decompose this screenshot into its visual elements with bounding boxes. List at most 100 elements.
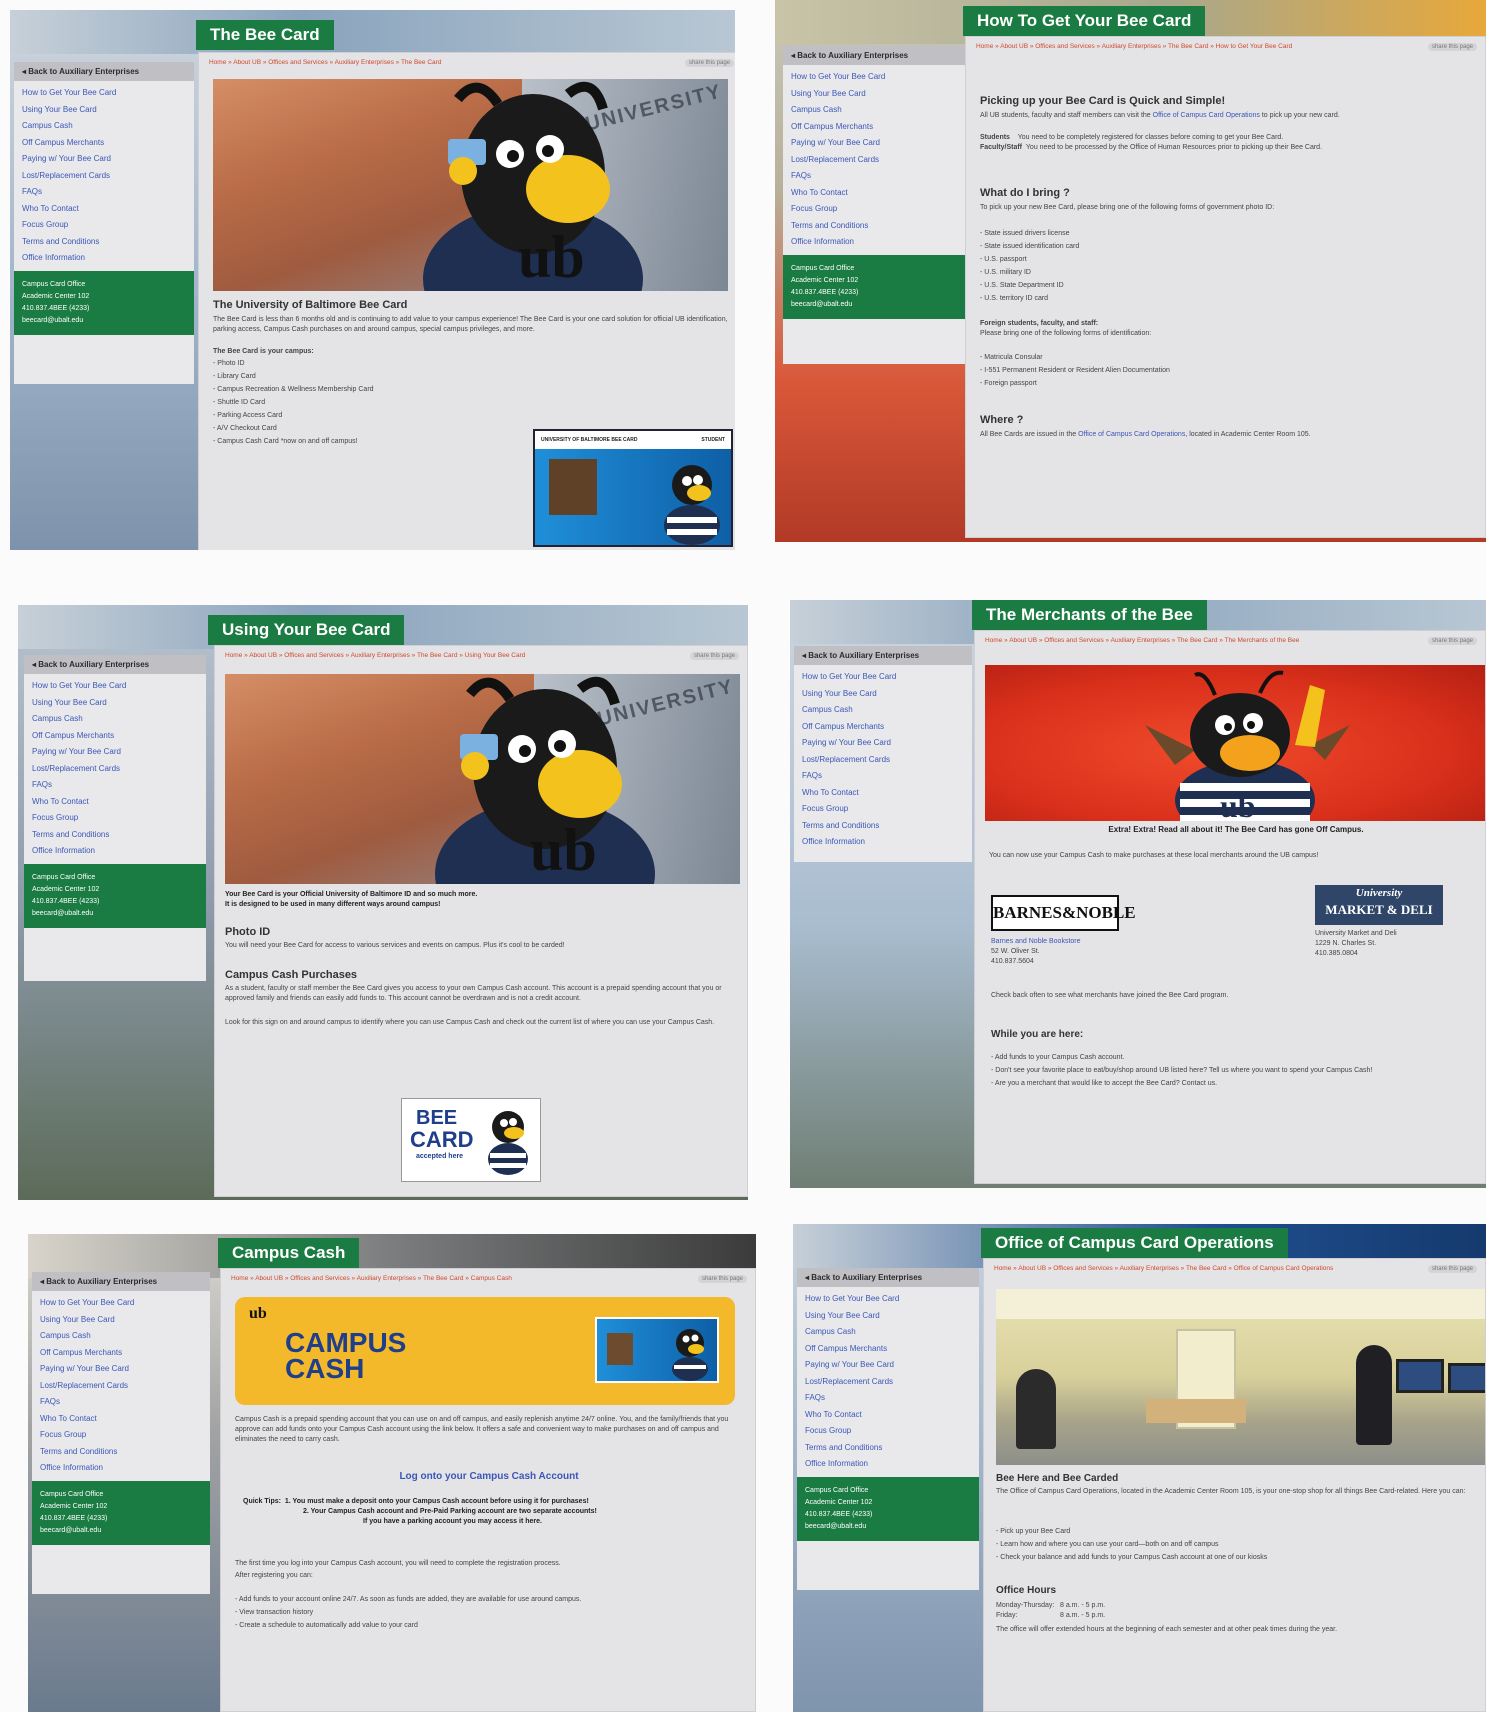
sidebar-item[interactable]: FAQs (805, 1390, 971, 1407)
sidebar-item[interactable]: Using Your Bee Card (791, 86, 957, 103)
university-market-logo[interactable]: University MARKET & DELI (1315, 885, 1443, 925)
sidebar-item[interactable]: Lost/Replacement Cards (22, 168, 186, 185)
list-item[interactable]: Shuttle ID Card (213, 396, 473, 409)
sidebar-item[interactable]: Terms and Conditions (791, 218, 957, 235)
sidebar-item[interactable]: Terms and Conditions (40, 1444, 202, 1461)
list-item[interactable]: Are you a merchant that would like to ac… (991, 1077, 1481, 1090)
contact-email[interactable]: beecard@ubalt.edu (791, 299, 957, 311)
share-button[interactable]: share this page (1427, 637, 1477, 645)
sidebar-item[interactable]: Using Your Bee Card (805, 1308, 971, 1325)
back-link[interactable]: ◂ Back to Auxiliary Enterprises (24, 655, 206, 674)
sidebar-item[interactable]: How to Get Your Bee Card (32, 678, 198, 695)
sidebar-item[interactable]: Using Your Bee Card (22, 102, 186, 119)
sidebar-item[interactable]: Terms and Conditions (22, 234, 186, 251)
sidebar-item[interactable]: Focus Group (40, 1427, 202, 1444)
sidebar-item[interactable]: Office Information (802, 834, 964, 851)
contact-email[interactable]: beecard@ubalt.edu (22, 315, 186, 327)
sidebar-item[interactable]: Lost/Replacement Cards (32, 761, 198, 778)
sidebar-item[interactable]: Office Information (32, 843, 198, 860)
barnes-noble-logo[interactable]: BARNES&NOBLE (991, 895, 1136, 931)
share-button[interactable]: share this page (697, 1275, 747, 1283)
office-link[interactable]: Office of Campus Card Operations (1153, 112, 1260, 119)
contact-email[interactable]: beecard@ubalt.edu (40, 1525, 202, 1537)
sidebar-item[interactable]: Focus Group (791, 201, 957, 218)
sidebar-item[interactable]: Paying w/ Your Bee Card (40, 1361, 202, 1378)
sidebar-item[interactable]: Focus Group (802, 801, 964, 818)
office-link[interactable]: Office of Campus Card Operations (1078, 431, 1185, 438)
sidebar-item[interactable]: Paying w/ Your Bee Card (805, 1357, 971, 1374)
campus-cash-login-link[interactable]: Log onto your Campus Cash Account (221, 1471, 755, 1482)
sidebar-item[interactable]: Off Campus Merchants (791, 119, 957, 136)
sidebar-item[interactable]: Using Your Bee Card (40, 1312, 202, 1329)
sidebar-item[interactable]: Campus Cash (805, 1324, 971, 1341)
list-item[interactable]: Campus Cash Card *now on and off campus! (213, 435, 473, 448)
sidebar-item[interactable]: FAQs (791, 168, 957, 185)
sidebar-item[interactable]: Lost/Replacement Cards (802, 752, 964, 769)
sidebar-item[interactable]: Campus Cash (22, 118, 186, 135)
sidebar-item[interactable]: How to Get Your Bee Card (791, 69, 957, 86)
sidebar-item[interactable]: FAQs (802, 768, 964, 785)
sidebar-item[interactable]: Office Information (40, 1460, 202, 1477)
list-item[interactable]: Add funds to your Campus Cash account. (991, 1051, 1481, 1064)
share-button[interactable]: share this page (684, 59, 734, 67)
sidebar-item[interactable]: Campus Cash (791, 102, 957, 119)
list-item[interactable]: Library Card (213, 370, 473, 383)
sidebar-item[interactable]: How to Get Your Bee Card (805, 1291, 971, 1308)
merchant-name-link[interactable]: Barnes and Noble Bookstore (991, 937, 1191, 947)
sidebar-item[interactable]: Office Information (805, 1456, 971, 1473)
sidebar-item[interactable]: Who To Contact (40, 1411, 202, 1428)
list-item[interactable]: A/V Checkout Card (213, 422, 473, 435)
list-item[interactable]: Campus Recreation & Wellness Membership … (213, 383, 473, 396)
contact-email[interactable]: beecard@ubalt.edu (32, 908, 198, 920)
sidebar-item[interactable]: FAQs (22, 184, 186, 201)
breadcrumb[interactable]: Home » About UB » Offices and Services »… (975, 631, 1383, 650)
sidebar-item[interactable]: Focus Group (32, 810, 198, 827)
sidebar-item[interactable]: Who To Contact (791, 185, 957, 202)
sidebar-item[interactable]: Campus Cash (40, 1328, 202, 1345)
sidebar-item[interactable]: Lost/Replacement Cards (40, 1378, 202, 1395)
sidebar-item[interactable]: Office Information (22, 250, 186, 267)
sidebar-item[interactable]: Paying w/ Your Bee Card (802, 735, 964, 752)
sidebar-item[interactable]: How to Get Your Bee Card (22, 85, 186, 102)
sidebar-item[interactable]: Off Campus Merchants (32, 728, 198, 745)
sidebar-item[interactable]: Paying w/ Your Bee Card (22, 151, 186, 168)
sidebar-item[interactable]: Off Campus Merchants (805, 1341, 971, 1358)
sidebar-item[interactable]: Lost/Replacement Cards (805, 1374, 971, 1391)
contact-email[interactable]: beecard@ubalt.edu (805, 1521, 971, 1533)
sidebar-item[interactable]: How to Get Your Bee Card (802, 669, 964, 686)
sidebar-item[interactable]: Who To Contact (802, 785, 964, 802)
sidebar-item[interactable]: Terms and Conditions (802, 818, 964, 835)
sidebar-item[interactable]: Focus Group (22, 217, 186, 234)
breadcrumb[interactable]: Home » About UB » Offices and Services »… (221, 1269, 648, 1288)
sidebar-item[interactable]: Using Your Bee Card (32, 695, 198, 712)
sidebar-item[interactable]: Campus Cash (802, 702, 964, 719)
sidebar-item[interactable]: Terms and Conditions (32, 827, 198, 844)
breadcrumb[interactable]: Home » About UB » Offices and Services »… (966, 37, 1381, 56)
sidebar-item[interactable]: Paying w/ Your Bee Card (32, 744, 198, 761)
breadcrumb[interactable]: Home » About UB » Offices and Services »… (984, 1259, 1385, 1278)
sidebar-item[interactable]: Who To Contact (32, 794, 198, 811)
share-button[interactable]: share this page (689, 652, 739, 660)
sidebar-item[interactable]: Focus Group (805, 1423, 971, 1440)
sidebar-item[interactable]: Terms and Conditions (805, 1440, 971, 1457)
back-link[interactable]: ◂ Back to Auxiliary Enterprises (797, 1268, 979, 1287)
sidebar-item[interactable]: Off Campus Merchants (22, 135, 186, 152)
sidebar-item[interactable]: FAQs (40, 1394, 202, 1411)
breadcrumb[interactable]: Home » About UB » Offices and Services »… (215, 646, 641, 665)
sidebar-item[interactable]: Office Information (791, 234, 957, 251)
tip-link[interactable]: If you have a parking account you may ac… (243, 1517, 743, 1527)
sidebar-item[interactable]: FAQs (32, 777, 198, 794)
sidebar-item[interactable]: Off Campus Merchants (40, 1345, 202, 1362)
back-link[interactable]: ◂ Back to Auxiliary Enterprises (14, 62, 194, 81)
sidebar-item[interactable]: Lost/Replacement Cards (791, 152, 957, 169)
sidebar-item[interactable]: Using Your Bee Card (802, 686, 964, 703)
back-link[interactable]: ◂ Back to Auxiliary Enterprises (794, 646, 972, 665)
sidebar-item[interactable]: Campus Cash (32, 711, 198, 728)
breadcrumb[interactable]: Home » About UB » Offices and Services »… (199, 53, 633, 72)
sidebar-item[interactable]: How to Get Your Bee Card (40, 1295, 202, 1312)
share-button[interactable]: share this page (1427, 43, 1477, 51)
list-item[interactable]: Photo ID (213, 357, 473, 370)
sidebar-item[interactable]: Who To Contact (805, 1407, 971, 1424)
sidebar-item[interactable]: Paying w/ Your Bee Card (791, 135, 957, 152)
sidebar-item[interactable]: Who To Contact (22, 201, 186, 218)
